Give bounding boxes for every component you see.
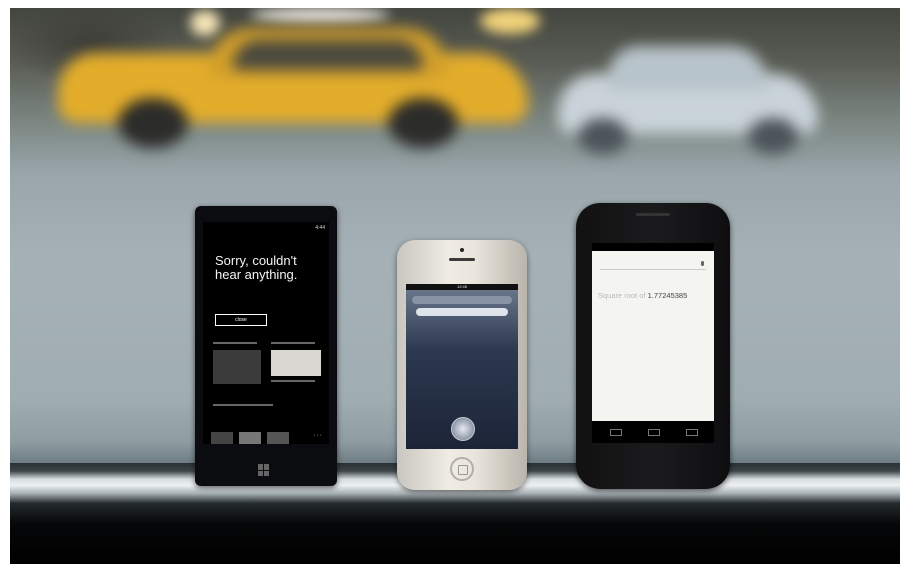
earpiece [449,258,475,261]
calculator-result: Square root of 1.77245385 [598,291,710,300]
search-input[interactable] [600,259,706,270]
more-icon[interactable]: ··· [313,432,323,439]
result-thumbnail [267,432,289,444]
iphone-screen: 12:45 [406,284,518,449]
error-message: Sorry, couldn't hear anything. [215,253,298,282]
blurred-taxi [58,28,538,148]
blurred-car [558,46,818,154]
close-button[interactable]: close [215,314,267,326]
status-bar: 12:45 [406,284,518,290]
windows-phone: 4:44 Sorry, couldn't hear anything. clos… [195,206,337,486]
street-light [250,8,390,22]
iphone: 12:45 [397,240,527,490]
microphone-icon[interactable] [701,261,704,266]
android-nav-bar [592,421,714,443]
result-thumbnail [271,350,321,376]
android-screen: Square root of 1.77245385 [592,243,714,443]
result-line [213,404,273,406]
result-line [271,342,315,344]
status-bar [592,243,714,251]
result-line [213,342,257,344]
windows-start-icon[interactable] [258,464,270,476]
result-value: 1.77245385 [647,291,688,300]
result-query: Square root of [598,291,646,300]
home-button[interactable] [450,457,474,481]
back-icon[interactable] [610,429,622,436]
siri-bubble [416,308,508,316]
status-time: 4:44 [315,225,325,231]
camera-icon [460,248,464,252]
windows-phone-screen: 4:44 Sorry, couldn't hear anything. clos… [203,222,329,444]
result-thumbnail [239,432,261,444]
result-line [271,380,315,382]
recents-icon[interactable] [686,429,698,436]
speaker-grill [636,213,670,216]
home-icon[interactable] [648,429,660,436]
siri-bubble [412,296,512,304]
siri-mic-icon[interactable] [451,417,475,441]
android-phone: Square root of 1.77245385 [576,203,730,489]
result-thumbnail [213,350,261,384]
result-thumbnail [211,432,233,444]
photo: 4:44 Sorry, couldn't hear anything. clos… [10,8,900,564]
